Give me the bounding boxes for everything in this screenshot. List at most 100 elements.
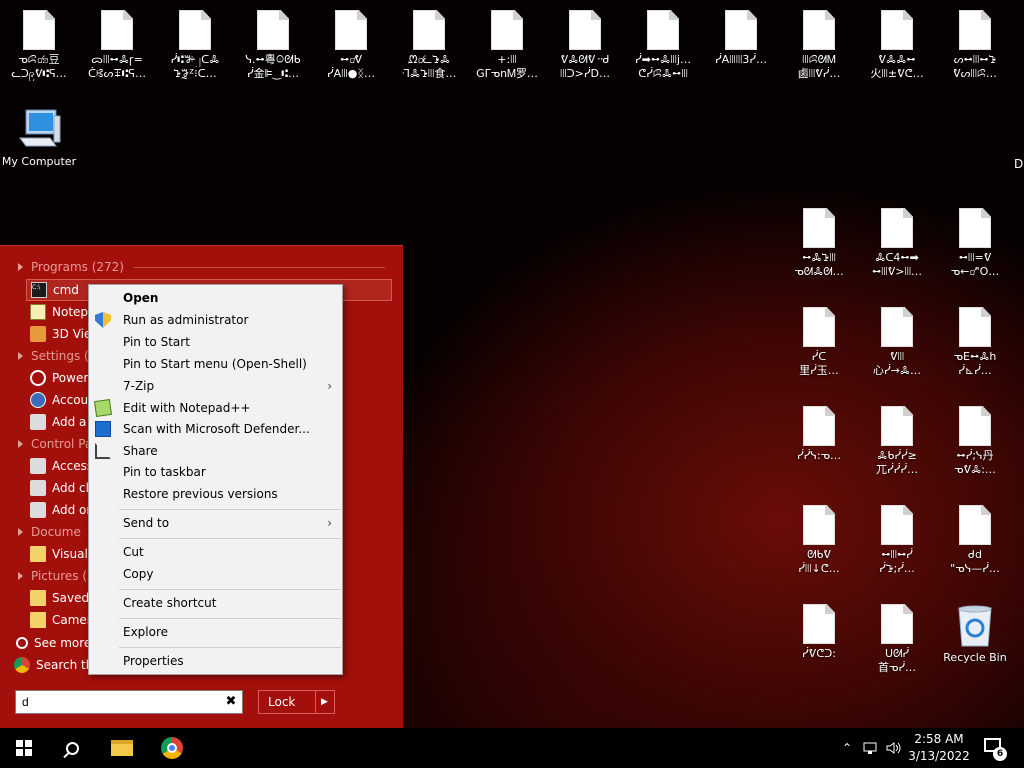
- clear-search-icon[interactable]: ✖: [222, 692, 240, 712]
- expand-arrow-icon: [18, 440, 23, 448]
- file-icon: [803, 307, 835, 347]
- start-button[interactable]: [0, 728, 48, 768]
- network-icon[interactable]: [860, 728, 882, 768]
- clock-date: 3/13/2022: [908, 749, 970, 763]
- windows-logo-icon: [16, 740, 32, 756]
- expand-arrow-icon: [18, 352, 23, 360]
- tray-overflow-chevron-icon[interactable]: ⌃: [838, 728, 856, 768]
- menu-separator: [119, 589, 341, 590]
- desktop-file-icon[interactable]: +:ꔖ GᒥᓀnᎷ罗…: [468, 10, 546, 81]
- network-glyph: [863, 742, 877, 754]
- desktop-file-icon[interactable]: ꔆᑕ4ꕹ➡ ꕹꔖᕓ>ꔖ…: [858, 208, 936, 279]
- file-icon: [881, 604, 913, 644]
- menu-scan-defender[interactable]: Scan with Microsoft Defender...: [89, 418, 342, 440]
- menu-explore[interactable]: Explore: [89, 621, 342, 643]
- desktop-file-icon[interactable]: ᔕꕹꔖꕹꕲ ᕓᔕꔖꕸ…: [936, 10, 1014, 81]
- desktop-file-icon[interactable]: ꕹꔖꕹᓰ ᓰꕲ;ᓰ…: [858, 505, 936, 576]
- desktop-file-icon[interactable]: ᯅꔖꕹꔆꞅ= ᑖꕙᔕꔊ⑆ᕋ…: [78, 10, 156, 81]
- menu-properties[interactable]: Properties: [89, 650, 342, 672]
- menu-share[interactable]: Share: [89, 440, 342, 462]
- taskbar-search-button[interactable]: [52, 728, 92, 768]
- menu-separator: [119, 618, 341, 619]
- menu-separator: [119, 538, 341, 539]
- desktop-file-icon[interactable]: ᓰᓰᓭ:ᓀ…: [780, 406, 858, 463]
- desktop-file-icon[interactable]: ᓀEꕹꔆh ᓰ⊾ᓰ…: [936, 307, 1014, 378]
- expand-arrow-icon: [18, 572, 23, 580]
- add-icon: [30, 414, 46, 430]
- search-icon: [65, 741, 79, 755]
- file-icon: [803, 406, 835, 446]
- file-icon: [179, 10, 211, 50]
- folder-icon: [30, 546, 46, 562]
- shutdown-options-arrow-icon[interactable]: ▶: [315, 690, 335, 714]
- desktop-file-icon[interactable]: ᓰ➡ꕹꔆꔖj… ᕦᓰꕸꔆꕹꔖ: [624, 10, 702, 81]
- desktop-file-icon[interactable]: ꔖꕸᘛᎷ 鹵ꔖᕓᓰ…: [780, 10, 858, 81]
- chrome-icon: [161, 737, 183, 759]
- desktop-file-icon[interactable]: ᑌᘛᓰ 首ᓀᓰ…: [858, 604, 936, 675]
- menu-pin-to-taskbar[interactable]: Pin to taskbar: [89, 461, 342, 483]
- file-icon: [23, 10, 55, 50]
- desktop-file-icon[interactable]: ᕓꔆꔆꕹ 火ꔖ±ᕓᕦ…: [858, 10, 936, 81]
- menu-copy[interactable]: Copy: [89, 563, 342, 585]
- file-icon: [959, 406, 991, 446]
- taskbar-clock[interactable]: 2:58 AM 3/13/2022: [900, 731, 978, 765]
- desktop-file-icon[interactable]: ꕹ꩸ᕓ ᓰAꔖ●ᛝ…: [312, 10, 390, 81]
- file-icon: [491, 10, 523, 50]
- desktop-file-icon[interactable]: ᘻ꩸ᓚꕲꔆ ᒬꔆꕲꔖ食…: [390, 10, 468, 81]
- menu-separator: [119, 509, 341, 510]
- desktop-file-icon[interactable]: ᓰAꔖꔖ3ᓰ…: [702, 10, 780, 67]
- desktop-file-icon[interactable]: ᓀꕸ꩸ꤤ豆 ᓚᑐ၉ᕓ⑆ᕋ…: [0, 10, 78, 81]
- taskbar: ⌃: [0, 728, 1024, 768]
- recycle-bin-icon: [958, 605, 992, 647]
- share-icon: [95, 443, 111, 459]
- taskbar-file-explorer[interactable]: [102, 728, 142, 768]
- file-icon: [725, 10, 757, 50]
- desktop-file-icon[interactable]: ᓭ.ꕹ粵ꖴᘛᑲ ᓰ金ꕞ‿⑆…: [234, 10, 312, 81]
- file-icon: [959, 307, 991, 347]
- expand-arrow-icon: [18, 528, 23, 536]
- file-icon: [881, 208, 913, 248]
- file-icon: [101, 10, 133, 50]
- desktop-file-icon[interactable]: ᕓꔆᘛᕓ᠃ᑯ ꔖᑐ>ᓰD…: [546, 10, 624, 81]
- file-icon: [881, 406, 913, 446]
- recycle-bin-shortcut[interactable]: Recycle Bin: [936, 604, 1014, 665]
- desktop-file-icon[interactable]: ᑯd "ᓀᓭ—ᓰ…: [936, 505, 1014, 576]
- menu-restore-versions[interactable]: Restore previous versions: [89, 483, 342, 505]
- submenu-chevron-icon: ›: [327, 516, 332, 530]
- programs-header[interactable]: Programs (272): [0, 256, 403, 278]
- menu-7zip[interactable]: 7-Zip ›: [89, 375, 342, 397]
- desktop-file-icon[interactable]: ᕓꔖ 心ᓰ→ꔆ…: [858, 307, 936, 378]
- my-computer-shortcut[interactable]: My Computer: [0, 108, 78, 169]
- uac-shield-icon: [95, 312, 111, 328]
- desktop-file-icon[interactable]: ᓰᑕ 里ᓰ玉…: [780, 307, 858, 378]
- file-icon: [803, 505, 835, 545]
- taskbar-chrome[interactable]: [152, 728, 192, 768]
- desktop-file-icon[interactable]: ᘛᑲᕓ ᓰꔖ↓ᕦ…: [780, 505, 858, 576]
- desktop-file-icon[interactable]: ꔆᑲᓰᓰ≥ 兀ᓰᓰᓰ…: [858, 406, 936, 477]
- desktop-file-icon[interactable]: ꕹᓰ;ᓭ丹 ᓀᕓꔆ:…: [936, 406, 1014, 477]
- cube-icon: [30, 326, 46, 342]
- menu-pin-to-start[interactable]: Pin to Start: [89, 331, 342, 353]
- file-icon: [803, 208, 835, 248]
- folder-icon: [111, 740, 133, 756]
- menu-run-as-admin[interactable]: Run as administrator: [89, 309, 342, 331]
- action-center-button[interactable]: 6: [984, 738, 1007, 761]
- file-icon: [413, 10, 445, 50]
- menu-cut[interactable]: Cut: [89, 541, 342, 563]
- file-icon: [881, 10, 913, 50]
- desktop-file-icon[interactable]: ꕹꔆꕲꔖ ᓀᘛꔆᘛ…: [780, 208, 858, 279]
- notification-count-badge: 6: [993, 747, 1007, 761]
- expand-arrow-icon: [18, 263, 23, 271]
- menu-send-to[interactable]: Send to ›: [89, 512, 342, 534]
- menu-create-shortcut[interactable]: Create shortcut: [89, 592, 342, 614]
- desktop-file-icon[interactable]: ᓰ⑆ꔑ၂ᑕꔆ ꕲꖄᙆ⁝ᑕ…: [156, 10, 234, 81]
- lock-button[interactable]: Lock: [258, 690, 316, 714]
- desktop-file-icon[interactable]: ꕹꔖ=ᕓ ᓀ←꩸"O…: [936, 208, 1014, 279]
- menu-pin-to-start-menu[interactable]: Pin to Start menu (Open-Shell): [89, 353, 342, 375]
- menu-open[interactable]: Open: [89, 287, 342, 309]
- menu-edit-notepadpp[interactable]: Edit with Notepad++: [89, 397, 342, 419]
- accounts-icon: [30, 392, 46, 408]
- start-search-input[interactable]: [15, 690, 243, 714]
- desktop-file-icon[interactable]: ᓰᕓᕦᑐ:: [780, 604, 858, 661]
- file-icon: [257, 10, 289, 50]
